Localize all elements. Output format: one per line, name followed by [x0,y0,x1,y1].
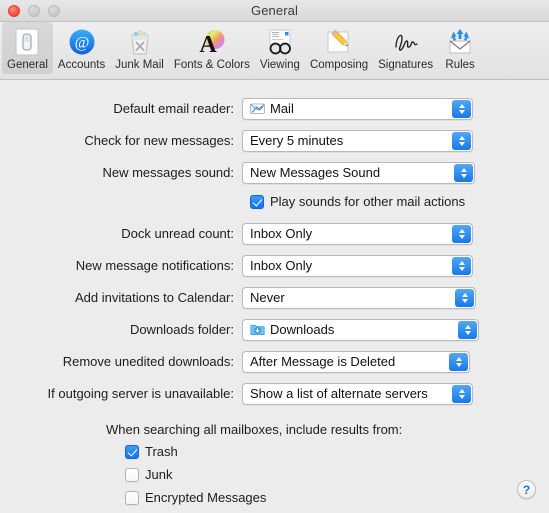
checkmark-icon[interactable] [125,445,139,459]
chevron-updown-icon[interactable] [449,352,468,371]
value-outgoing-server-unavailable: Show a list of alternate servers [250,385,428,401]
minimize-button[interactable] [28,4,40,17]
tab-fonts-colors[interactable]: A Fonts & Colors [169,22,255,74]
tab-junk-mail-label: Junk Mail [115,59,164,71]
checkbox-encrypted-messages[interactable]: Encrypted Messages [125,490,549,506]
viewing-glasses-icon [264,26,296,58]
tab-viewing-label: Viewing [259,59,300,71]
label-remove-unedited-downloads: Remove unedited downloads: [62,353,234,369]
chevron-updown-icon[interactable] [455,288,474,307]
value-remove-unedited-downloads: After Message is Deleted [250,353,396,369]
row-add-invitations: Add invitations to Calendar: Never [0,285,549,310]
tab-signatures[interactable]: Signatures [373,22,438,74]
signatures-icon [390,26,422,58]
tab-composing[interactable]: Composing [305,22,373,74]
chevron-updown-icon[interactable] [452,99,471,118]
label-outgoing-server-unavailable: If outgoing server is unavailable: [47,385,234,401]
chevron-updown-icon[interactable] [452,131,471,150]
tab-signatures-label: Signatures [378,59,434,71]
row-downloads-folder: Downloads folder: Downloads [0,317,549,342]
preferences-toolbar: General @ Accounts Junk Mail A Fonts & C… [0,22,549,80]
svg-text:@: @ [74,35,89,52]
tab-viewing[interactable]: Viewing [255,22,305,74]
search-scope-section: When searching all mailboxes, include re… [0,422,549,506]
tab-composing-label: Composing [309,59,369,71]
popup-dock-unread-count[interactable]: Inbox Only [242,222,473,245]
chevron-updown-icon[interactable] [454,163,473,182]
checkbox-encrypted-messages-label: Encrypted Messages [145,490,267,505]
value-downloads-folder: Downloads [270,321,335,337]
zoom-button[interactable] [48,4,60,17]
search-scope-title: When searching all mailboxes, include re… [106,422,403,437]
chevron-updown-icon[interactable] [452,256,471,275]
checkbox-empty-icon[interactable] [125,491,139,505]
value-dock-unread-count: Inbox Only [250,225,313,241]
checkmark-icon[interactable] [250,195,264,209]
checkbox-play-sounds[interactable]: Play sounds for other mail actions [250,192,549,212]
tab-general-label: General [7,59,48,71]
checkbox-empty-icon[interactable] [125,468,139,482]
help-button[interactable]: ? [517,480,536,499]
tab-junk-mail[interactable]: Junk Mail [110,22,169,74]
tab-rules[interactable]: Rules [438,22,482,74]
label-new-message-notifications: New message notifications: [75,257,234,273]
tab-rules-label: Rules [445,59,475,71]
checkbox-junk[interactable]: Junk [125,467,549,483]
popup-remove-unedited-downloads[interactable]: After Message is Deleted [242,350,470,373]
tab-fonts-colors-label: Fonts & Colors [173,59,250,71]
checkbox-junk-label: Junk [145,467,173,482]
fonts-colors-icon: A [196,26,228,58]
value-new-message-notifications: Inbox Only [250,257,313,273]
window-title: General [251,3,298,18]
popup-default-email-reader[interactable]: Mail [242,97,473,120]
row-outgoing-server-unavailable: If outgoing server is unavailable: Show … [0,381,549,406]
popup-new-message-notifications[interactable]: Inbox Only [242,254,473,277]
popup-downloads-folder[interactable]: Downloads [242,318,479,341]
chevron-updown-icon[interactable] [452,224,471,243]
value-new-messages-sound: New Messages Sound [250,164,381,180]
popup-outgoing-server-unavailable[interactable]: Show a list of alternate servers [242,382,473,405]
row-remove-unedited-downloads: Remove unedited downloads: After Message… [0,349,549,374]
close-button[interactable] [8,4,20,17]
row-new-messages-sound: New messages sound: New Messages Sound [0,160,549,185]
value-add-invitations: Never [250,289,285,305]
value-check-new-messages: Every 5 minutes [250,132,344,148]
tab-general[interactable]: General [2,22,53,74]
junk-mail-trash-icon [124,26,156,58]
popup-new-messages-sound[interactable]: New Messages Sound [242,161,475,184]
chevron-updown-icon[interactable] [458,320,477,339]
label-dock-unread-count: Dock unread count: [121,225,234,241]
title-bar: General [0,0,549,22]
downloads-folder-icon [250,322,265,337]
label-new-messages-sound: New messages sound: [102,164,234,180]
preferences-window: General General @ Accounts Junk Mail A F… [0,0,549,513]
row-new-message-notifications: New message notifications: Inbox Only [0,253,549,278]
mail-app-icon [250,101,265,116]
row-check-new-messages: Check for new messages: Every 5 minutes [0,128,549,153]
value-default-email-reader: Mail [270,100,294,116]
popup-check-new-messages[interactable]: Every 5 minutes [242,129,473,152]
accounts-at-icon: @ [66,26,98,58]
tab-accounts-label: Accounts [57,59,106,71]
general-icon [11,26,43,58]
label-add-invitations: Add invitations to Calendar: [75,289,234,305]
chevron-updown-icon[interactable] [452,384,471,403]
general-preferences-pane: Default email reader: Mail Check for new… [0,80,549,513]
row-default-email-reader: Default email reader: Mail [0,96,549,121]
label-default-email-reader: Default email reader: [113,100,234,116]
label-downloads-folder: Downloads folder: [129,321,234,337]
tab-accounts[interactable]: @ Accounts [53,22,110,74]
label-check-new-messages: Check for new messages: [84,132,234,148]
checkbox-play-sounds-label: Play sounds for other mail actions [270,194,466,209]
checkbox-trash[interactable]: Trash [125,444,549,460]
popup-add-invitations[interactable]: Never [242,286,476,309]
checkbox-trash-label: Trash [145,444,178,459]
composing-pencil-icon [323,26,355,58]
window-controls [8,4,60,17]
svg-text:A: A [199,32,217,57]
rules-envelope-icon [444,26,476,58]
row-dock-unread-count: Dock unread count: Inbox Only [0,221,549,246]
